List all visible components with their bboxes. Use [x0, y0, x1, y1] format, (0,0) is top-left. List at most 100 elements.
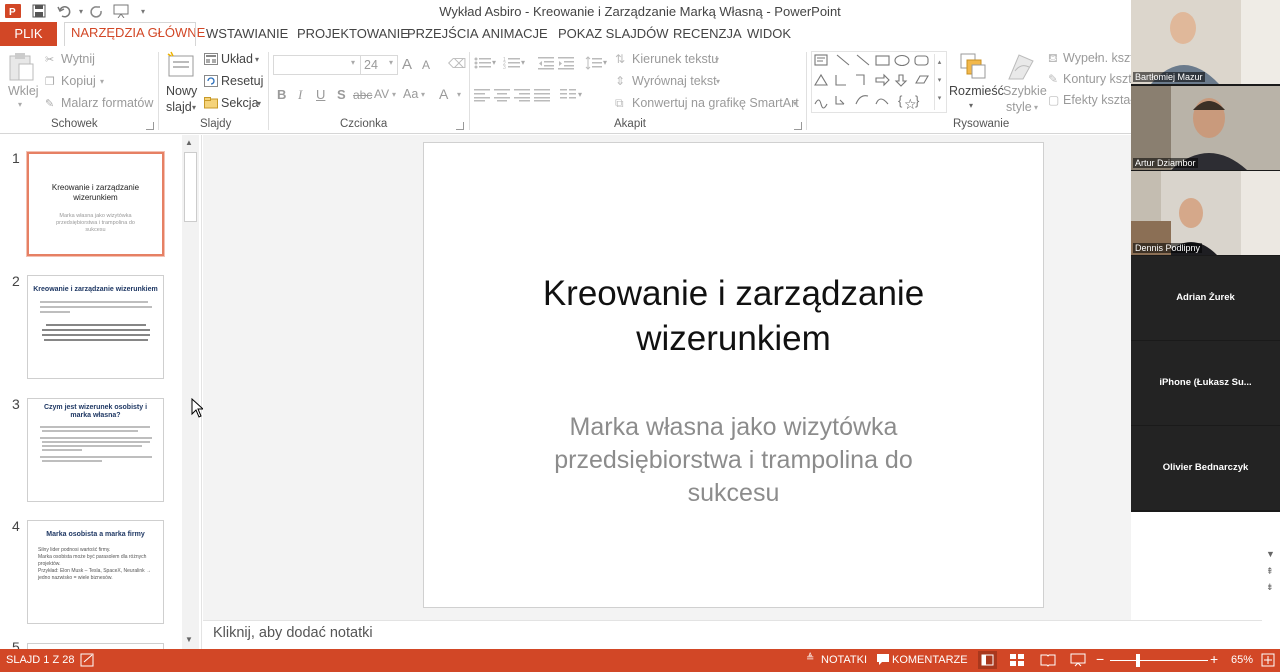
- slide-thumbnail-4[interactable]: Marka osobista a marka firmy Silny lider…: [27, 520, 164, 624]
- spacing-dropdown-icon[interactable]: ▾: [392, 90, 396, 99]
- new-slide-icon[interactable]: [166, 50, 196, 83]
- participant-tile[interactable]: Adrian Żurek: [1131, 256, 1280, 340]
- zoom-slider-track[interactable]: [1110, 660, 1208, 661]
- normal-view-button[interactable]: [978, 651, 997, 669]
- slide-subtitle[interactable]: Marka własna jako wizytówka przedsiębior…: [424, 411, 1043, 510]
- align-text-dropdown-icon[interactable]: ▾: [716, 77, 720, 86]
- tab-transitions[interactable]: PRZEJŚCIA: [407, 26, 479, 41]
- comments-toggle-button[interactable]: KOMENTARZE: [892, 654, 968, 666]
- thumbnail-scrollbar[interactable]: ▲ ▼: [182, 135, 199, 649]
- tab-file[interactable]: PLIK: [0, 22, 57, 46]
- align-text-button[interactable]: Wyrównaj tekst: [632, 74, 717, 88]
- spell-check-icon[interactable]: [80, 653, 96, 670]
- clear-formatting-icon[interactable]: ⌫: [448, 56, 466, 72]
- align-right-icon[interactable]: [514, 88, 530, 105]
- smartart-button[interactable]: Konwertuj na grafikę SmartArt: [632, 96, 799, 110]
- tab-slideshow[interactable]: POKAZ SLAJDÓW: [558, 26, 669, 41]
- case-dropdown-icon[interactable]: ▾: [421, 90, 425, 99]
- slide-scrollbar[interactable]: ▼ ⇞ ⇟: [1262, 512, 1280, 649]
- italic-button[interactable]: I: [298, 87, 302, 103]
- layout-button[interactable]: Układ: [221, 52, 253, 66]
- slide-sorter-view-icon[interactable]: [1009, 653, 1025, 670]
- tab-design[interactable]: PROJEKTOWANIE: [297, 26, 409, 41]
- scroll-down-icon[interactable]: ▼: [1266, 549, 1275, 559]
- zoom-in-icon[interactable]: +: [1210, 651, 1218, 667]
- line-spacing-icon[interactable]: [585, 56, 603, 73]
- character-spacing-button[interactable]: AV: [374, 87, 389, 101]
- increase-indent-icon[interactable]: [558, 56, 574, 73]
- slide-thumbnail-1[interactable]: Kreowanie i zarządzanie wizerunkiem Mark…: [27, 152, 164, 256]
- participant-tile[interactable]: Dennis Podlipny: [1131, 171, 1280, 255]
- participant-tile[interactable]: iPhone (Łukasz Su...: [1131, 341, 1280, 425]
- strikethrough-button[interactable]: abc: [353, 88, 372, 102]
- slideshow-view-icon[interactable]: [1070, 653, 1086, 670]
- paste-button[interactable]: Wklej: [8, 84, 39, 98]
- numbering-icon[interactable]: 123: [503, 56, 521, 73]
- quick-styles-dropdown-icon[interactable]: ▾: [1034, 103, 1038, 112]
- arrange-dropdown-icon[interactable]: ▾: [969, 101, 973, 110]
- copy-button[interactable]: Kopiuj: [61, 74, 96, 88]
- shape-effects-button[interactable]: Efekty kształ: [1063, 93, 1133, 107]
- arrange-button[interactable]: Rozmieść: [949, 84, 1004, 98]
- clipboard-launcher-icon[interactable]: [146, 122, 154, 130]
- zoom-out-icon[interactable]: −: [1096, 651, 1104, 667]
- cut-button[interactable]: Wytnij: [61, 52, 95, 66]
- bullets-dropdown-icon[interactable]: ▾: [492, 58, 496, 67]
- participant-tile[interactable]: Bartłomiej Mazur: [1131, 0, 1280, 84]
- new-slide-button-line2[interactable]: slajd: [166, 100, 192, 114]
- font-launcher-icon[interactable]: [456, 122, 464, 130]
- slide-thumbnail-3[interactable]: Czym jest wizerunek osobisty i marka wła…: [27, 398, 164, 502]
- notes-pane[interactable]: Kliknij, aby dodać notatki: [203, 620, 1280, 649]
- font-color-dropdown-icon[interactable]: ▾: [457, 90, 461, 99]
- paste-dropdown-icon[interactable]: ▾: [18, 100, 22, 109]
- grow-font-button[interactable]: A: [402, 56, 412, 73]
- font-family-select[interactable]: [273, 55, 361, 75]
- align-left-icon[interactable]: [474, 88, 490, 105]
- shape-outline-button[interactable]: Kontury kszt: [1063, 72, 1132, 86]
- quick-styles-line1[interactable]: Szybkie: [1003, 84, 1047, 98]
- align-center-icon[interactable]: [494, 88, 510, 105]
- tab-view[interactable]: WIDOK: [747, 26, 791, 41]
- new-slide-button-line1[interactable]: Nowy: [166, 84, 197, 98]
- slide-title[interactable]: Kreowanie i zarządzanie wizerunkiem: [424, 271, 1043, 361]
- zoom-slider-thumb[interactable]: [1136, 654, 1140, 667]
- shadow-button[interactable]: S: [337, 87, 346, 102]
- paragraph-launcher-icon[interactable]: [794, 122, 802, 130]
- copy-dropdown-icon[interactable]: ▾: [100, 77, 104, 86]
- text-direction-dropdown-icon[interactable]: ▾: [715, 55, 719, 64]
- scroll-up-icon[interactable]: ▲: [185, 138, 193, 147]
- previous-slide-icon[interactable]: ⇞: [1266, 566, 1274, 577]
- change-case-button[interactable]: Aa: [403, 87, 418, 101]
- reading-view-icon[interactable]: [1040, 653, 1056, 670]
- current-slide[interactable]: Kreowanie i zarządzanie wizerunkiem Mark…: [423, 142, 1044, 608]
- next-slide-icon[interactable]: ⇟: [1266, 582, 1274, 593]
- fit-to-window-icon[interactable]: [1261, 653, 1275, 670]
- font-family-dropdown-icon[interactable]: ▾: [351, 58, 355, 67]
- section-button[interactable]: Sekcja: [221, 96, 259, 110]
- justify-icon[interactable]: [534, 88, 550, 105]
- new-slide-dropdown-icon[interactable]: ▾: [192, 103, 196, 112]
- zoom-level[interactable]: 65%: [1231, 654, 1253, 666]
- slide-thumbnail-2[interactable]: Kreowanie i zarządzanie wizerunkiem: [27, 275, 164, 379]
- shapes-gallery[interactable]: {}: [811, 51, 947, 113]
- underline-button[interactable]: U: [316, 87, 325, 102]
- tab-insert[interactable]: WSTAWIANIE: [206, 26, 288, 41]
- font-color-button[interactable]: A: [439, 86, 448, 102]
- section-dropdown-icon[interactable]: ▾: [257, 99, 261, 108]
- notes-placeholder[interactable]: Kliknij, aby dodać notatki: [213, 625, 373, 641]
- quick-styles-line2[interactable]: style: [1006, 100, 1032, 114]
- paste-icon[interactable]: [8, 52, 36, 85]
- participant-tile[interactable]: Artur Dziambor: [1131, 86, 1280, 170]
- shapes-gallery-scroll[interactable]: ▴ ▾ ▾: [934, 54, 944, 110]
- text-direction-button[interactable]: Kierunek tekstu: [632, 52, 718, 66]
- shrink-font-button[interactable]: A: [422, 58, 430, 72]
- notes-toggle-button[interactable]: NOTATKI: [821, 654, 867, 666]
- star-shape-icon[interactable]: ☆: [904, 96, 917, 113]
- numbering-dropdown-icon[interactable]: ▾: [521, 58, 525, 67]
- columns-dropdown-icon[interactable]: ▾: [578, 90, 582, 99]
- reset-button[interactable]: Resetuj: [221, 74, 263, 88]
- bold-button[interactable]: B: [277, 87, 286, 102]
- tab-animations[interactable]: ANIMACJE: [482, 26, 548, 41]
- decrease-indent-icon[interactable]: [538, 56, 554, 73]
- quick-styles-icon[interactable]: [1005, 51, 1037, 86]
